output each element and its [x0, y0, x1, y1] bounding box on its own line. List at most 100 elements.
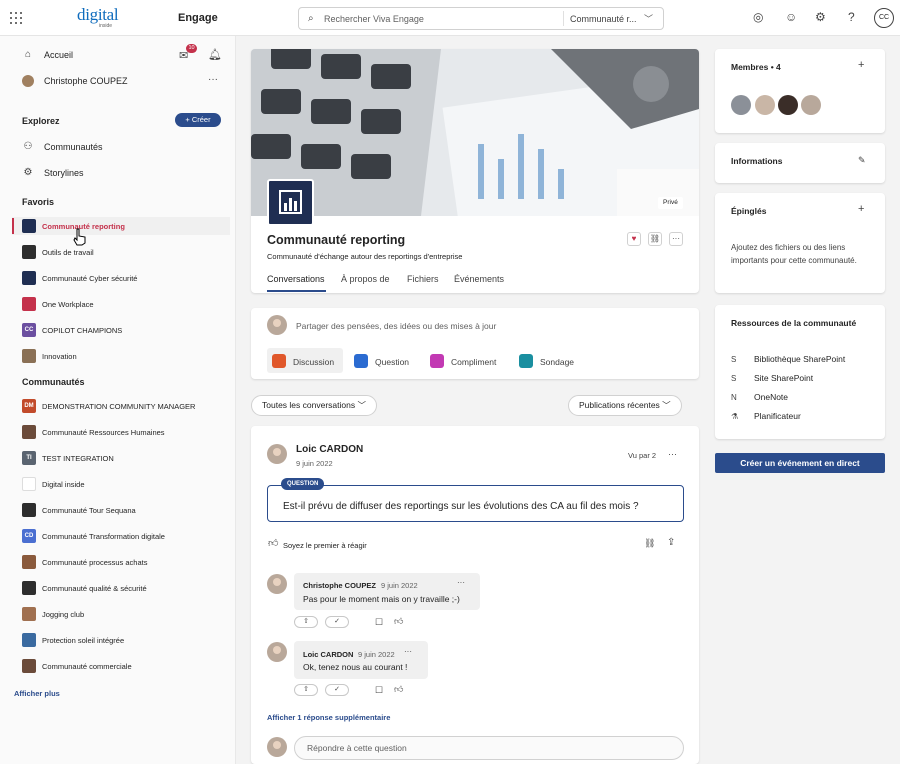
- notification-badge: 10: [186, 44, 197, 53]
- show-more-link[interactable]: Afficher plus: [14, 689, 60, 698]
- composer-type-compliment[interactable]: Compliment: [451, 357, 496, 367]
- nav-user[interactable]: Christophe COUPEZ: [22, 72, 128, 90]
- community-item[interactable]: Digital inside: [22, 476, 85, 492]
- post-author[interactable]: Loic CARDON: [296, 444, 363, 455]
- reply-avatar[interactable]: [267, 642, 287, 662]
- reply-author[interactable]: Loic CARDON: [303, 650, 353, 659]
- search-input[interactable]: Rechercher Viva Engage: [324, 14, 424, 24]
- reply-more-icon[interactable]: ···: [457, 578, 465, 587]
- bell-icon[interactable]: 🔔︎: [208, 48, 222, 61]
- member-avatar[interactable]: [755, 95, 775, 115]
- resource-label: Planificateur: [754, 411, 801, 421]
- emoji-icon[interactable]: ☺: [785, 11, 797, 23]
- reply-comment-icon[interactable]: ☐: [375, 685, 383, 696]
- favorite-community-item[interactable]: Outils de travail: [22, 244, 94, 260]
- nav-storylines[interactable]: ⚙ Storylines: [22, 164, 84, 182]
- community-item[interactable]: TI TEST INTEGRATION: [22, 450, 114, 466]
- search-scope[interactable]: Communauté r...: [570, 14, 637, 24]
- chevron-down-icon: ﹀: [662, 400, 671, 410]
- composer-type-discussion[interactable]: Discussion: [293, 357, 334, 367]
- active-indicator: [12, 218, 14, 234]
- community-item[interactable]: Communauté qualité & sécurité: [22, 580, 147, 596]
- resource-sharepoint-library[interactable]: S Bibliothèque SharePoint: [731, 354, 845, 364]
- favorite-community-item[interactable]: Communauté Cyber sécurité: [22, 270, 137, 286]
- nav-communities[interactable]: ⚇ Communautés: [22, 138, 103, 156]
- community-item[interactable]: Communauté processus achats: [22, 554, 147, 570]
- resource-onenote[interactable]: N OneNote: [731, 392, 788, 402]
- resource-planner[interactable]: ⚗ Planificateur: [731, 411, 801, 421]
- reply-text: Pas pour le moment mais on y travaille ;…: [303, 594, 460, 604]
- app-name[interactable]: Engage: [178, 12, 218, 24]
- upvote-icon[interactable]: ⇧: [294, 616, 318, 628]
- favorite-heart-icon[interactable]: ♥: [627, 232, 641, 246]
- add-pin-icon[interactable]: +: [858, 203, 864, 215]
- resource-sharepoint-site[interactable]: S Site SharePoint: [731, 373, 813, 383]
- compliment-icon[interactable]: [430, 354, 444, 368]
- community-item[interactable]: CD Communauté Transformation digitale: [22, 528, 165, 544]
- tab-conversations[interactable]: Conversations: [267, 274, 325, 284]
- reply-avatar[interactable]: [267, 574, 287, 594]
- community-label: Jogging club: [42, 609, 85, 619]
- nav-home[interactable]: ⌂ Accueil: [22, 46, 73, 64]
- add-member-icon[interactable]: +: [858, 59, 864, 71]
- tab-files[interactable]: Fichiers: [407, 274, 439, 284]
- chevron-down-icon[interactable]: ﹀: [644, 12, 653, 25]
- app-launcher-icon[interactable]: [10, 12, 22, 24]
- share-icon[interactable]: ⇪: [667, 537, 675, 548]
- link-icon[interactable]: ⛓: [644, 538, 655, 549]
- composer-type-poll[interactable]: Sondage: [540, 357, 574, 367]
- check-icon[interactable]: ✓: [325, 616, 349, 628]
- favorite-community-item[interactable]: One Workplace: [22, 296, 94, 312]
- community-item[interactable]: Communauté commerciale: [22, 658, 132, 674]
- community-description: Communauté d'échange autour des reportin…: [267, 252, 463, 261]
- post-author-avatar[interactable]: [267, 444, 287, 464]
- community-item[interactable]: Communauté Ressources Humaines: [22, 424, 165, 440]
- more-options-icon[interactable]: ···: [669, 232, 683, 246]
- tab-about[interactable]: À propos de: [341, 274, 390, 284]
- reply-like-icon[interactable]: 👍︎: [394, 616, 403, 627]
- like-icon[interactable]: 👍︎: [268, 537, 278, 549]
- check-icon[interactable]: ✓: [325, 684, 349, 696]
- question-icon[interactable]: [354, 354, 368, 368]
- conversation-filter[interactable]: Toutes les conversations ﹀: [251, 395, 377, 416]
- reply-input[interactable]: Répondre à cette question: [294, 736, 684, 760]
- sort-filter-label: Publications récentes: [579, 400, 660, 410]
- create-button[interactable]: + Créer: [175, 113, 221, 127]
- community-item[interactable]: Jogging club: [22, 606, 84, 622]
- create-live-event-button[interactable]: Créer un événement en direct: [715, 453, 885, 473]
- user-avatar[interactable]: CC: [874, 8, 894, 28]
- member-avatar[interactable]: [778, 95, 798, 115]
- brand-logo[interactable]: digital: [77, 5, 119, 25]
- poll-icon[interactable]: [519, 354, 533, 368]
- more-icon[interactable]: ···: [208, 74, 218, 85]
- link-icon[interactable]: ⛓: [648, 232, 662, 246]
- favorite-community-item[interactable]: CC COPILOT CHAMPIONS: [22, 322, 122, 338]
- seen-by[interactable]: Vu par 2: [628, 451, 656, 460]
- question-text: Est-il prévu de diffuser des reportings …: [283, 501, 639, 512]
- reply-like-icon[interactable]: 👍︎: [394, 684, 403, 695]
- upvote-icon[interactable]: ⇧: [294, 684, 318, 696]
- more-replies-link[interactable]: Afficher 1 réponse supplémentaire: [267, 713, 390, 722]
- member-avatar[interactable]: [801, 95, 821, 115]
- discussion-icon[interactable]: [272, 354, 286, 368]
- member-avatar[interactable]: [731, 95, 751, 115]
- favorite-community-item[interactable]: Innovation: [22, 348, 77, 364]
- community-item[interactable]: Protection soleil intégrée: [22, 632, 124, 648]
- reply-more-icon[interactable]: ···: [404, 647, 412, 656]
- search-box[interactable]: ⌕ Rechercher Viva Engage Communauté r...…: [298, 7, 664, 30]
- tab-events[interactable]: Événements: [454, 274, 504, 284]
- reply-comment-icon[interactable]: ☐: [375, 617, 383, 628]
- help-icon[interactable]: ?: [848, 11, 855, 23]
- gear-icon[interactable]: ⚙: [815, 11, 826, 23]
- community-icon: [22, 219, 36, 233]
- composer-type-question[interactable]: Question: [375, 357, 409, 367]
- post-more-icon[interactable]: ···: [668, 449, 677, 459]
- reply-author[interactable]: Christophe COUPEZ: [303, 581, 376, 590]
- edit-icon[interactable]: ✎: [858, 155, 866, 166]
- community-item[interactable]: Communauté Tour Sequana: [22, 502, 136, 518]
- globe-icon[interactable]: ◎: [753, 11, 763, 23]
- sort-filter[interactable]: Publications récentes ﹀: [568, 395, 682, 416]
- react-prompt[interactable]: Soyez le premier à réagir: [283, 541, 367, 550]
- community-item[interactable]: DM DEMONSTRATION COMMUNITY MANAGER: [22, 398, 195, 414]
- composer-input[interactable]: Partager des pensées, des idées ou des m…: [296, 321, 496, 331]
